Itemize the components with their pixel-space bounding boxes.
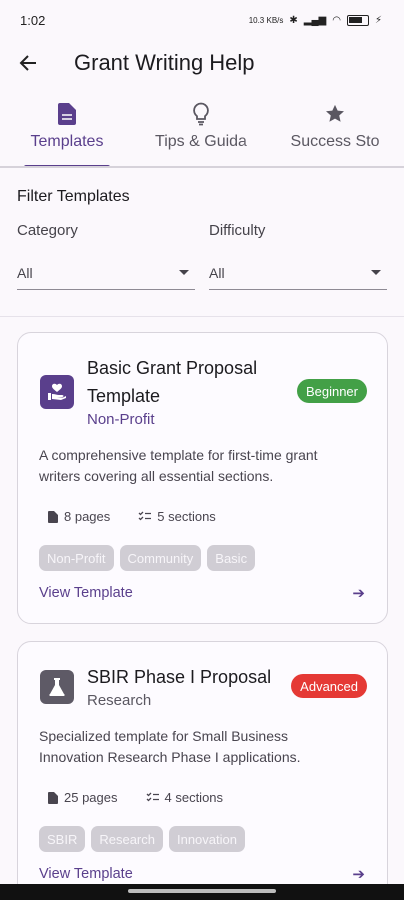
template-title-line1: Basic Grant Proposal bbox=[87, 358, 258, 378]
page-count: 25 pages bbox=[64, 790, 118, 805]
tag-list: Non-Profit Community Basic bbox=[39, 545, 256, 571]
category-label: Category bbox=[17, 222, 78, 239]
arrow-forward-icon[interactable]: ➔ bbox=[352, 584, 365, 602]
flask-icon bbox=[40, 670, 74, 704]
network-speed: 10.3 KB/s bbox=[248, 15, 284, 25]
dropdown-arrow-icon bbox=[179, 270, 189, 275]
pages-icon bbox=[48, 791, 58, 804]
difficulty-value: All bbox=[209, 264, 225, 281]
status-icons: 10.3 KB/s ✱ ▂▄▆ ◠ ⚡ bbox=[248, 14, 382, 26]
category-value: All bbox=[17, 264, 33, 281]
template-meta: 25 pages 4 sections bbox=[48, 790, 223, 805]
difficulty-select[interactable]: All bbox=[209, 256, 387, 290]
pages-icon bbox=[48, 510, 58, 523]
template-title-line1: SBIR Phase I Proposal bbox=[87, 667, 272, 687]
tab-tips-guidance[interactable]: Tips & Guida bbox=[134, 96, 268, 166]
difficulty-badge: Beginner bbox=[296, 379, 367, 403]
page-count: 8 pages bbox=[64, 509, 111, 524]
template-category: Non-Profit bbox=[87, 411, 155, 428]
status-time: 1:02 bbox=[20, 12, 46, 28]
tab-success-label: Success Sto bbox=[290, 133, 380, 150]
system-nav-bar bbox=[0, 884, 404, 900]
view-template-link[interactable]: View Template bbox=[39, 866, 133, 882]
arrow-forward-icon[interactable]: ➔ bbox=[352, 865, 365, 883]
template-meta: 8 pages 5 sections bbox=[48, 509, 216, 524]
back-button[interactable] bbox=[0, 40, 56, 86]
tag-chip: Innovation bbox=[168, 826, 245, 852]
template-title-line2: Template bbox=[87, 386, 161, 406]
template-card[interactable]: SBIR Phase I Proposal Research Advanced … bbox=[17, 641, 388, 900]
battery-icon bbox=[346, 14, 369, 26]
tag-chip: Research bbox=[91, 826, 163, 852]
tag-chip: Community bbox=[119, 545, 202, 571]
lightbulb-icon bbox=[193, 102, 209, 126]
tag-chip: Non-Profit bbox=[39, 545, 114, 571]
checklist-icon bbox=[138, 511, 152, 521]
star-icon bbox=[326, 104, 344, 122]
page-title: Grant Writing Help bbox=[74, 50, 255, 75]
template-card[interactable]: Basic Grant Proposal Template Non-Profit… bbox=[17, 332, 388, 624]
wifi-icon: ◠ bbox=[332, 14, 341, 26]
tab-templates[interactable]: Templates bbox=[0, 96, 134, 166]
tab-bar: Templates Tips & Guida Success Sto bbox=[0, 96, 404, 168]
template-description-line2: writers covering all essential sections. bbox=[39, 468, 274, 484]
charging-icon: ⚡ bbox=[374, 14, 382, 26]
filter-title: Filter Templates bbox=[17, 188, 130, 205]
tab-success-stories[interactable]: Success Sto bbox=[268, 96, 402, 166]
checklist-icon bbox=[146, 792, 159, 802]
volunteer-icon bbox=[40, 375, 74, 409]
tag-list: SBIR Research Innovation bbox=[39, 826, 245, 852]
bluetooth-icon: ✱ bbox=[289, 14, 298, 26]
template-description-line1: A comprehensive template for first-time … bbox=[39, 447, 318, 463]
section-count: 5 sections bbox=[157, 509, 216, 524]
template-description-line2: Innovation Research Phase I applications… bbox=[39, 749, 301, 765]
difficulty-label: Difficulty bbox=[209, 222, 266, 239]
app-bar: Grant Writing Help bbox=[0, 40, 404, 86]
section-count: 4 sections bbox=[164, 790, 224, 805]
home-handle[interactable] bbox=[128, 889, 276, 893]
tab-tips-label: Tips & Guida bbox=[155, 133, 247, 150]
view-template-link[interactable]: View Template bbox=[39, 585, 133, 601]
tab-templates-label: Templates bbox=[30, 133, 104, 150]
difficulty-badge: Advanced bbox=[291, 674, 367, 698]
section-divider bbox=[0, 316, 404, 317]
dropdown-arrow-icon bbox=[371, 270, 381, 275]
document-icon bbox=[58, 103, 76, 125]
status-bar: 1:02 10.3 KB/s ✱ ▂▄▆ ◠ ⚡ bbox=[0, 0, 404, 40]
template-description-line1: Specialized template for Small Business bbox=[39, 728, 289, 744]
arrow-back-icon bbox=[19, 55, 36, 71]
tag-chip: SBIR bbox=[39, 826, 86, 852]
signal-icon: ▂▄▆ bbox=[303, 14, 327, 26]
template-category: Research bbox=[87, 692, 152, 709]
category-select[interactable]: All bbox=[17, 256, 195, 290]
tag-chip: Basic bbox=[207, 545, 256, 571]
